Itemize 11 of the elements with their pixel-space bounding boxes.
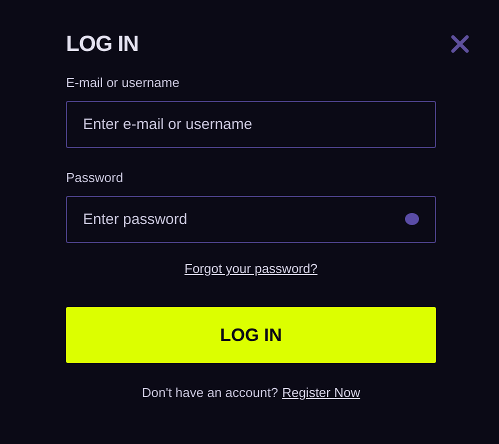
password-field[interactable]: Enter password	[66, 196, 436, 243]
signup-prompt: Don't have an account?	[142, 385, 278, 401]
field-label: E-mail or username	[66, 75, 180, 91]
close-button[interactable]	[450, 34, 470, 54]
dialog-title: LOG IN	[66, 31, 138, 57]
login-button[interactable]: LOG IN	[66, 307, 436, 363]
input-field[interactable]: Enter e-mail or username	[66, 101, 436, 148]
field-label: Password	[66, 170, 124, 186]
register-link[interactable]: Register Now	[282, 385, 360, 401]
forgot-password-link[interactable]: Forgot your password?	[184, 261, 318, 277]
close-icon	[451, 35, 469, 53]
